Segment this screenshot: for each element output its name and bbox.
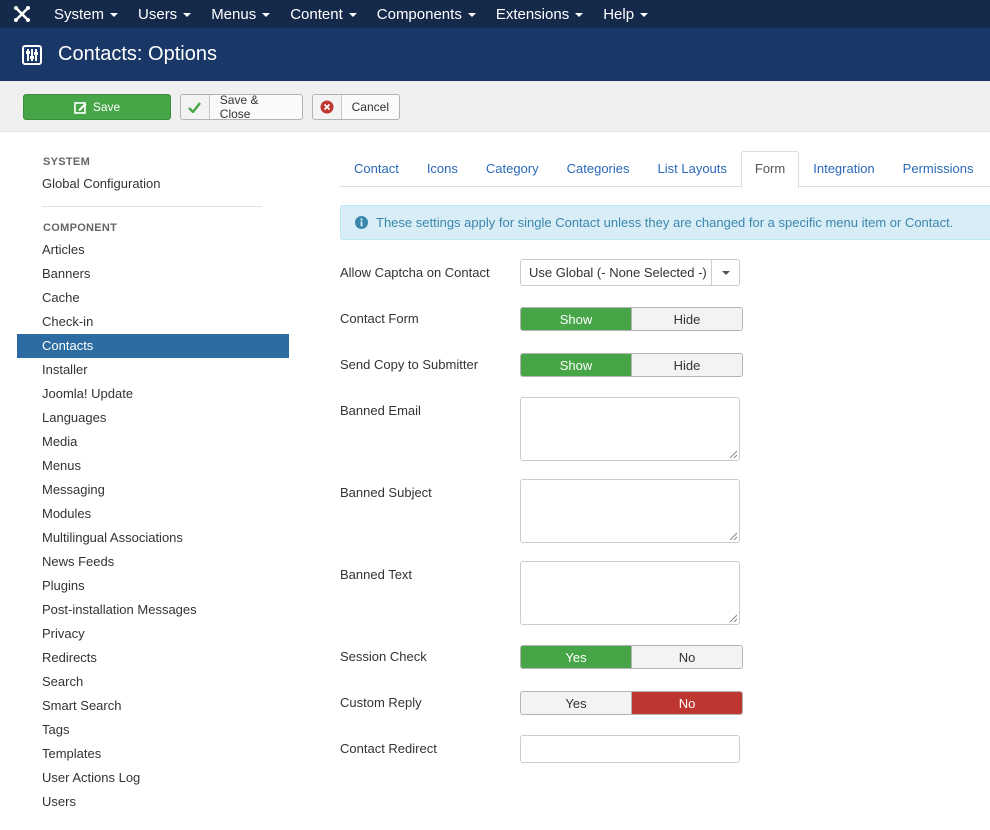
sidebar-item-news-feeds[interactable]: News Feeds <box>17 550 289 574</box>
sidebar-item-articles[interactable]: Articles <box>17 238 289 262</box>
banned-subject-textarea[interactable] <box>520 479 740 543</box>
save-button[interactable]: Save <box>23 94 171 120</box>
sidebar-item-messaging[interactable]: Messaging <box>17 478 289 502</box>
chevron-down-icon <box>262 13 271 17</box>
sidebar-item-redirects[interactable]: Redirects <box>17 646 289 670</box>
edit-icon <box>74 101 87 114</box>
banned-email-label: Banned Email <box>340 403 421 418</box>
options-tabs: Contact Icons Category Categories List L… <box>340 151 990 188</box>
nav-users[interactable]: Users <box>128 0 201 28</box>
sidebar-item-smart-search[interactable]: Smart Search <box>17 694 289 718</box>
chevron-down-icon <box>110 13 119 17</box>
sidebar-item-user-actions-log[interactable]: User Actions Log <box>17 766 289 790</box>
sidebar-item-multilingual-associations[interactable]: Multilingual Associations <box>17 526 289 550</box>
page-header: Contacts: Options <box>0 28 990 81</box>
nav-menus[interactable]: Menus <box>201 0 280 28</box>
sidebar-item-media[interactable]: Media <box>17 430 289 454</box>
session-check-yes-option[interactable]: Yes <box>521 646 631 668</box>
nav-extensions[interactable]: Extensions <box>486 0 593 28</box>
contact-redirect-input[interactable] <box>520 735 740 763</box>
tab-permissions[interactable]: Permissions <box>889 151 988 187</box>
chevron-down-icon <box>183 13 192 17</box>
joomla-logo-icon[interactable] <box>0 0 44 28</box>
captcha-label: Allow Captcha on Contact <box>340 265 490 280</box>
contact-form-show-option[interactable]: Show <box>521 308 631 330</box>
sidebar-divider <box>42 206 262 207</box>
custom-reply-toggle: Yes No <box>520 691 743 715</box>
sidebar-item-contacts[interactable]: Contacts <box>17 334 289 358</box>
sidebar-item-tags[interactable]: Tags <box>17 718 289 742</box>
cancel-button[interactable]: Cancel <box>312 94 400 120</box>
send-copy-label: Send Copy to Submitter <box>340 357 479 372</box>
tab-icons[interactable]: Icons <box>413 151 472 187</box>
tab-category[interactable]: Category <box>472 151 553 187</box>
resize-grip-icon[interactable] <box>729 450 737 458</box>
session-check-toggle: Yes No <box>520 645 743 669</box>
cancel-circle-icon <box>320 100 334 114</box>
banned-text-textarea[interactable] <box>520 561 740 625</box>
session-check-no-option[interactable]: No <box>631 646 742 668</box>
chevron-down-icon <box>640 13 649 17</box>
banned-email-textarea[interactable] <box>520 397 740 461</box>
options-icon <box>22 44 42 65</box>
nav-components[interactable]: Components <box>367 0 486 28</box>
tab-integration[interactable]: Integration <box>799 151 888 187</box>
save-close-button[interactable]: Save & Close <box>180 94 303 120</box>
send-copy-hide-option[interactable]: Hide <box>631 354 742 376</box>
nav-content[interactable]: Content <box>280 0 367 28</box>
custom-reply-label: Custom Reply <box>340 695 422 710</box>
sidebar-item-users[interactable]: Users <box>17 790 289 814</box>
sidebar-item-cache[interactable]: Cache <box>17 286 289 310</box>
sidebar-item-templates[interactable]: Templates <box>17 742 289 766</box>
sidebar: SYSTEM Global Configuration COMPONENT Ar… <box>17 152 289 814</box>
check-icon <box>188 101 202 113</box>
sidebar-item-modules[interactable]: Modules <box>17 502 289 526</box>
resize-grip-icon[interactable] <box>729 614 737 622</box>
tab-contact[interactable]: Contact <box>340 151 413 187</box>
info-alert: These settings apply for single Contact … <box>340 205 990 240</box>
captcha-select-value: Use Global (- None Selected -) <box>529 265 707 280</box>
sidebar-item-banners[interactable]: Banners <box>17 262 289 286</box>
sidebar-item-installer[interactable]: Installer <box>17 358 289 382</box>
chevron-down-icon <box>348 13 357 17</box>
banned-text-label: Banned Text <box>340 567 413 582</box>
contact-form-toggle: Show Hide <box>520 307 743 331</box>
contact-form-hide-option[interactable]: Hide <box>631 308 742 330</box>
info-icon <box>355 216 368 229</box>
contact-form-label: Contact Form <box>340 311 419 326</box>
sidebar-item-menus[interactable]: Menus <box>17 454 289 478</box>
custom-reply-no-option[interactable]: No <box>631 692 742 714</box>
top-navbar: System Users Menus Content Components Ex… <box>0 0 990 28</box>
page-title: Contacts: Options <box>58 43 217 65</box>
nav-system[interactable]: System <box>44 0 128 28</box>
custom-reply-yes-option[interactable]: Yes <box>521 692 631 714</box>
sidebar-header-component: COMPONENT <box>43 222 118 234</box>
alert-text: These settings apply for single Contact … <box>376 215 954 230</box>
sidebar-item-joomla-update[interactable]: Joomla! Update <box>17 382 289 406</box>
sidebar-item-languages[interactable]: Languages <box>17 406 289 430</box>
tab-categories[interactable]: Categories <box>553 151 644 187</box>
captcha-select[interactable]: Use Global (- None Selected -) <box>520 259 740 286</box>
chevron-down-icon <box>467 13 476 17</box>
chevron-down-icon <box>575 13 584 17</box>
sidebar-item-post-installation-messages[interactable]: Post-installation Messages <box>17 598 289 622</box>
send-copy-toggle: Show Hide <box>520 353 743 377</box>
tab-list-layouts[interactable]: List Layouts <box>644 151 741 187</box>
sidebar-item-check-in[interactable]: Check-in <box>17 310 289 334</box>
chevron-down-icon <box>721 270 730 275</box>
banned-subject-label: Banned Subject <box>340 485 432 500</box>
sidebar-item-privacy[interactable]: Privacy <box>17 622 289 646</box>
sidebar-item-global-configuration[interactable]: Global Configuration <box>17 172 289 196</box>
resize-grip-icon[interactable] <box>729 532 737 540</box>
toolbar: Save Save & Close Cancel <box>0 81 990 132</box>
sidebar-header-system: SYSTEM <box>43 156 91 168</box>
contact-redirect-label: Contact Redirect <box>340 741 437 756</box>
session-check-label: Session Check <box>340 649 427 664</box>
sidebar-item-plugins[interactable]: Plugins <box>17 574 289 598</box>
send-copy-show-option[interactable]: Show <box>521 354 631 376</box>
sidebar-item-search[interactable]: Search <box>17 670 289 694</box>
tab-form[interactable]: Form <box>740 151 800 188</box>
nav-help[interactable]: Help <box>593 0 658 28</box>
